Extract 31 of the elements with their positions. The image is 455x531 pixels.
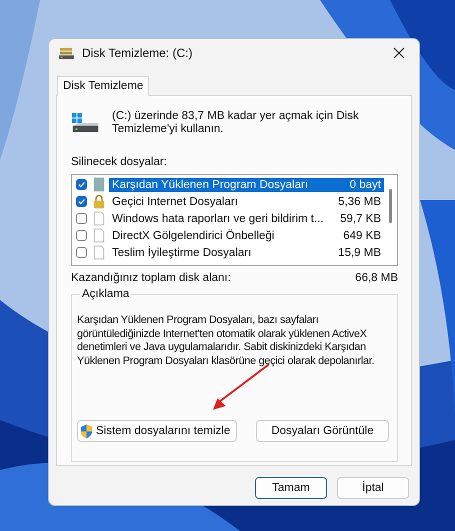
file-icon (93, 228, 105, 243)
close-icon (393, 47, 405, 59)
dialog-button[interactable]: İptal (337, 477, 409, 499)
checkbox[interactable] (76, 179, 87, 190)
checkbox[interactable] (76, 247, 87, 258)
file-item[interactable]: Geçici Internet Dosyaları 5,36 MB (109, 194, 384, 208)
file-item[interactable]: Karşıdan Yüklenen Program Dosyaları 0 bayt (109, 178, 384, 192)
disk-cleanup-icon (59, 46, 74, 60)
intro-text: (C:) üzerinde 83,7 MB kadar yer açmak için Disk Temizleme'yi kullanın. (112, 110, 360, 136)
action-button[interactable]: Sistem dosyalarını temizle (77, 420, 238, 442)
file-icon (93, 211, 105, 226)
file-item[interactable]: Teslim İyileştirme Dosyaları 15,9 MB (109, 246, 384, 260)
files-label: Silinecek dosyalar: (71, 156, 168, 168)
dialog-button[interactable]: Tamam (255, 477, 327, 499)
file-icon (93, 245, 105, 260)
package-icon (93, 177, 105, 192)
checkbox[interactable] (76, 213, 87, 224)
shield-icon (80, 424, 93, 438)
file-item[interactable]: DirectX Gölgelendirici Önbelleği 649 KB (109, 228, 384, 242)
file-item[interactable]: Windows hata raporları ve geri bildirim t... 59,7 KB (109, 212, 384, 226)
checkbox[interactable] (76, 230, 87, 241)
total-value: 66,8 MB (355, 272, 398, 284)
description-text: Karşıdan Yüklenen Program Dosyaları, bazı sayfaları görüntülediğinizde Internet'ten otomatik olarak yüklenen ActiveX denetimleri ve Java uygulamalarıdır. Sabit diskinizdeki Karşıdan Yüklenen Program Dosyaları klasörüne geçici olarak depolanırlar. (77, 314, 376, 368)
tab[interactable]: Disk Temizleme (57, 76, 150, 96)
action-button[interactable]: Dosyaları Görüntüle (256, 420, 389, 442)
checkbox[interactable] (76, 196, 87, 207)
window-title: Disk Temizleme: (C:) (82, 46, 194, 60)
drive-icon (71, 112, 100, 134)
group-title: Açıklama (80, 288, 132, 300)
lock-icon (93, 194, 105, 209)
total-label: Kazandığınız toplam disk alanı: (71, 272, 231, 284)
